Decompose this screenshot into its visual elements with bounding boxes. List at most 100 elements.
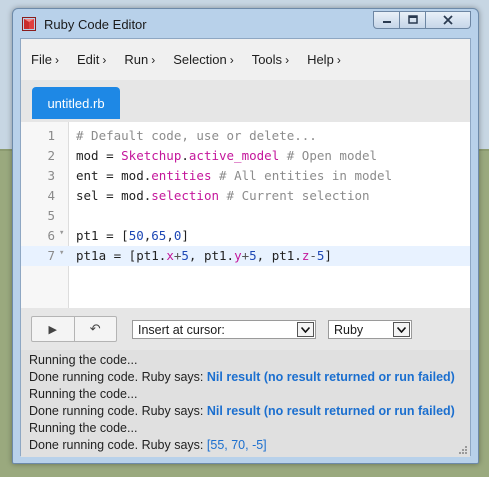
code-token: ] (181, 228, 189, 243)
fold-arrow-icon[interactable]: ▾ (59, 248, 64, 258)
run-button-group: ▶ ↶ (31, 316, 117, 342)
code-token: pt1 = [ (76, 228, 129, 243)
code-comment: # All entities in model (219, 168, 393, 183)
undo-icon: ↶ (89, 321, 101, 336)
menu-selection[interactable]: Selection › (173, 52, 233, 67)
menu-tools[interactable]: Tools › (252, 52, 289, 67)
window-title: Ruby Code Editor (44, 17, 147, 32)
console-line: Running the code... (29, 387, 137, 401)
undo-button[interactable]: ↶ (73, 317, 117, 341)
console-result: Nil result (no result returned or run fa… (206, 404, 455, 418)
console-result: [55, 70, -5] (206, 438, 267, 452)
code-text: mod = Sketchup.active_model # Open model (76, 148, 377, 163)
console-result: Nil result (no result returned or run fa… (206, 370, 455, 384)
console-line: Running the code... (29, 421, 137, 435)
code-token: pt1a = [pt1. (76, 248, 167, 263)
line-number: 7 (47, 248, 55, 263)
chevron-right-icon: › (285, 53, 290, 67)
minimize-icon (382, 21, 391, 23)
menu-edit[interactable]: Edit › (77, 52, 106, 67)
code-comment: # Default code, use or delete... (76, 128, 317, 143)
menu-help-label: Help (307, 52, 334, 67)
line-number: 3 (47, 168, 55, 183)
code-operator: - (309, 248, 317, 263)
code-keyword: Sketchup (121, 148, 182, 163)
tab-label: untitled.rb (47, 95, 105, 111)
menu-file[interactable]: File › (31, 52, 59, 67)
window-controls (373, 11, 471, 31)
code-keyword: entities (151, 168, 212, 183)
menu-help[interactable]: Help › (307, 52, 341, 67)
title-bar[interactable]: Ruby Code Editor (13, 9, 478, 37)
code-line[interactable]: 3 ent = mod.entities # All entities in m… (21, 166, 470, 186)
console-text: Running the code... (29, 353, 138, 367)
close-button[interactable] (426, 11, 471, 29)
tab-strip: untitled.rb (21, 80, 470, 122)
menu-selection-label: Selection (173, 52, 227, 67)
resize-grip-icon[interactable] (458, 445, 467, 454)
editor-client-area: File › Edit › Run › Selection › Tools › Help ›… (20, 38, 471, 457)
console-text: Done running code. Ruby says: (29, 404, 207, 418)
code-editor[interactable]: 1 # Default code, use or delete... 2 mod… (21, 122, 470, 308)
code-token: . (181, 148, 189, 163)
chevron-right-icon: › (102, 53, 107, 67)
code-token: , (166, 228, 174, 243)
code-line[interactable]: 5 (21, 206, 470, 226)
code-number: 5 (249, 248, 257, 263)
code-operator: + (241, 248, 250, 263)
menu-bar: File › Edit › Run › Selection › Tools › Help › (21, 39, 470, 80)
code-line[interactable]: 2 mod = Sketchup.active_model # Open mod… (21, 146, 470, 166)
console-line: Done running code. Ruby says: Nil result… (29, 404, 455, 418)
play-icon: ▶ (48, 323, 57, 336)
menu-run[interactable]: Run › (124, 52, 155, 67)
code-token: , pt1. (256, 248, 302, 263)
console-text: Running the code... (29, 421, 138, 435)
insert-mode-select[interactable]: Insert at cursor: (132, 320, 316, 339)
code-number: 5 (181, 248, 189, 263)
maximize-icon (407, 15, 418, 24)
chevron-right-icon: › (336, 53, 341, 67)
code-token: ] (324, 248, 332, 263)
maximize-button[interactable] (400, 11, 426, 29)
menu-run-label: Run (124, 52, 149, 67)
insert-mode-value: Insert at cursor: (138, 322, 225, 337)
menu-edit-label: Edit (76, 52, 100, 67)
code-line[interactable]: 6 ▾ pt1 = [50,65,0] (21, 226, 470, 246)
code-line-active[interactable]: 7 ▾ pt1a = [pt1.x+5, pt1.y+5, pt1.z-5] (21, 246, 470, 266)
run-button[interactable]: ▶ (32, 317, 74, 341)
code-number: 50 (128, 228, 144, 243)
code-line[interactable]: 4 sel = mod.selection # Current selectio… (21, 186, 470, 206)
line-number: 2 (47, 148, 55, 163)
code-text: pt1 = [50,65,0] (76, 228, 189, 243)
code-keyword: x (166, 248, 174, 263)
code-keyword: active_model (188, 148, 280, 163)
fold-arrow-icon[interactable]: ▾ (59, 228, 64, 238)
code-keyword: y (234, 248, 242, 263)
chevron-right-icon: › (229, 53, 234, 67)
language-value: Ruby (334, 322, 364, 337)
line-number: 5 (47, 208, 55, 223)
console-text: Done running code. Ruby says: (29, 370, 207, 384)
chevron-down-icon (393, 322, 410, 337)
sketchup-ruby-icon (22, 17, 36, 31)
code-comment: # Current selection (226, 188, 370, 203)
code-token: ent = mod. (76, 168, 152, 183)
tab-untitled-rb[interactable]: untitled.rb (32, 87, 120, 119)
code-token: , pt1. (188, 248, 235, 263)
code-line[interactable]: 1 # Default code, use or delete... (21, 126, 470, 146)
code-text: pt1a = [pt1.x+5, pt1.y+5, pt1.z-5] (76, 248, 332, 263)
line-number: 4 (47, 188, 55, 203)
language-select[interactable]: Ruby (328, 320, 412, 339)
output-console[interactable]: Running the code... Done running code. R… (21, 350, 470, 457)
chevron-down-icon (297, 322, 314, 337)
close-icon (443, 15, 453, 25)
console-text: Done running code. Ruby says: (29, 438, 207, 452)
code-token: mod = (76, 148, 122, 163)
line-number: 1 (47, 128, 55, 143)
minimize-button[interactable] (373, 11, 400, 29)
code-number: 65 (151, 228, 167, 243)
console-line: Done running code. Ruby says: Nil result… (29, 370, 455, 384)
